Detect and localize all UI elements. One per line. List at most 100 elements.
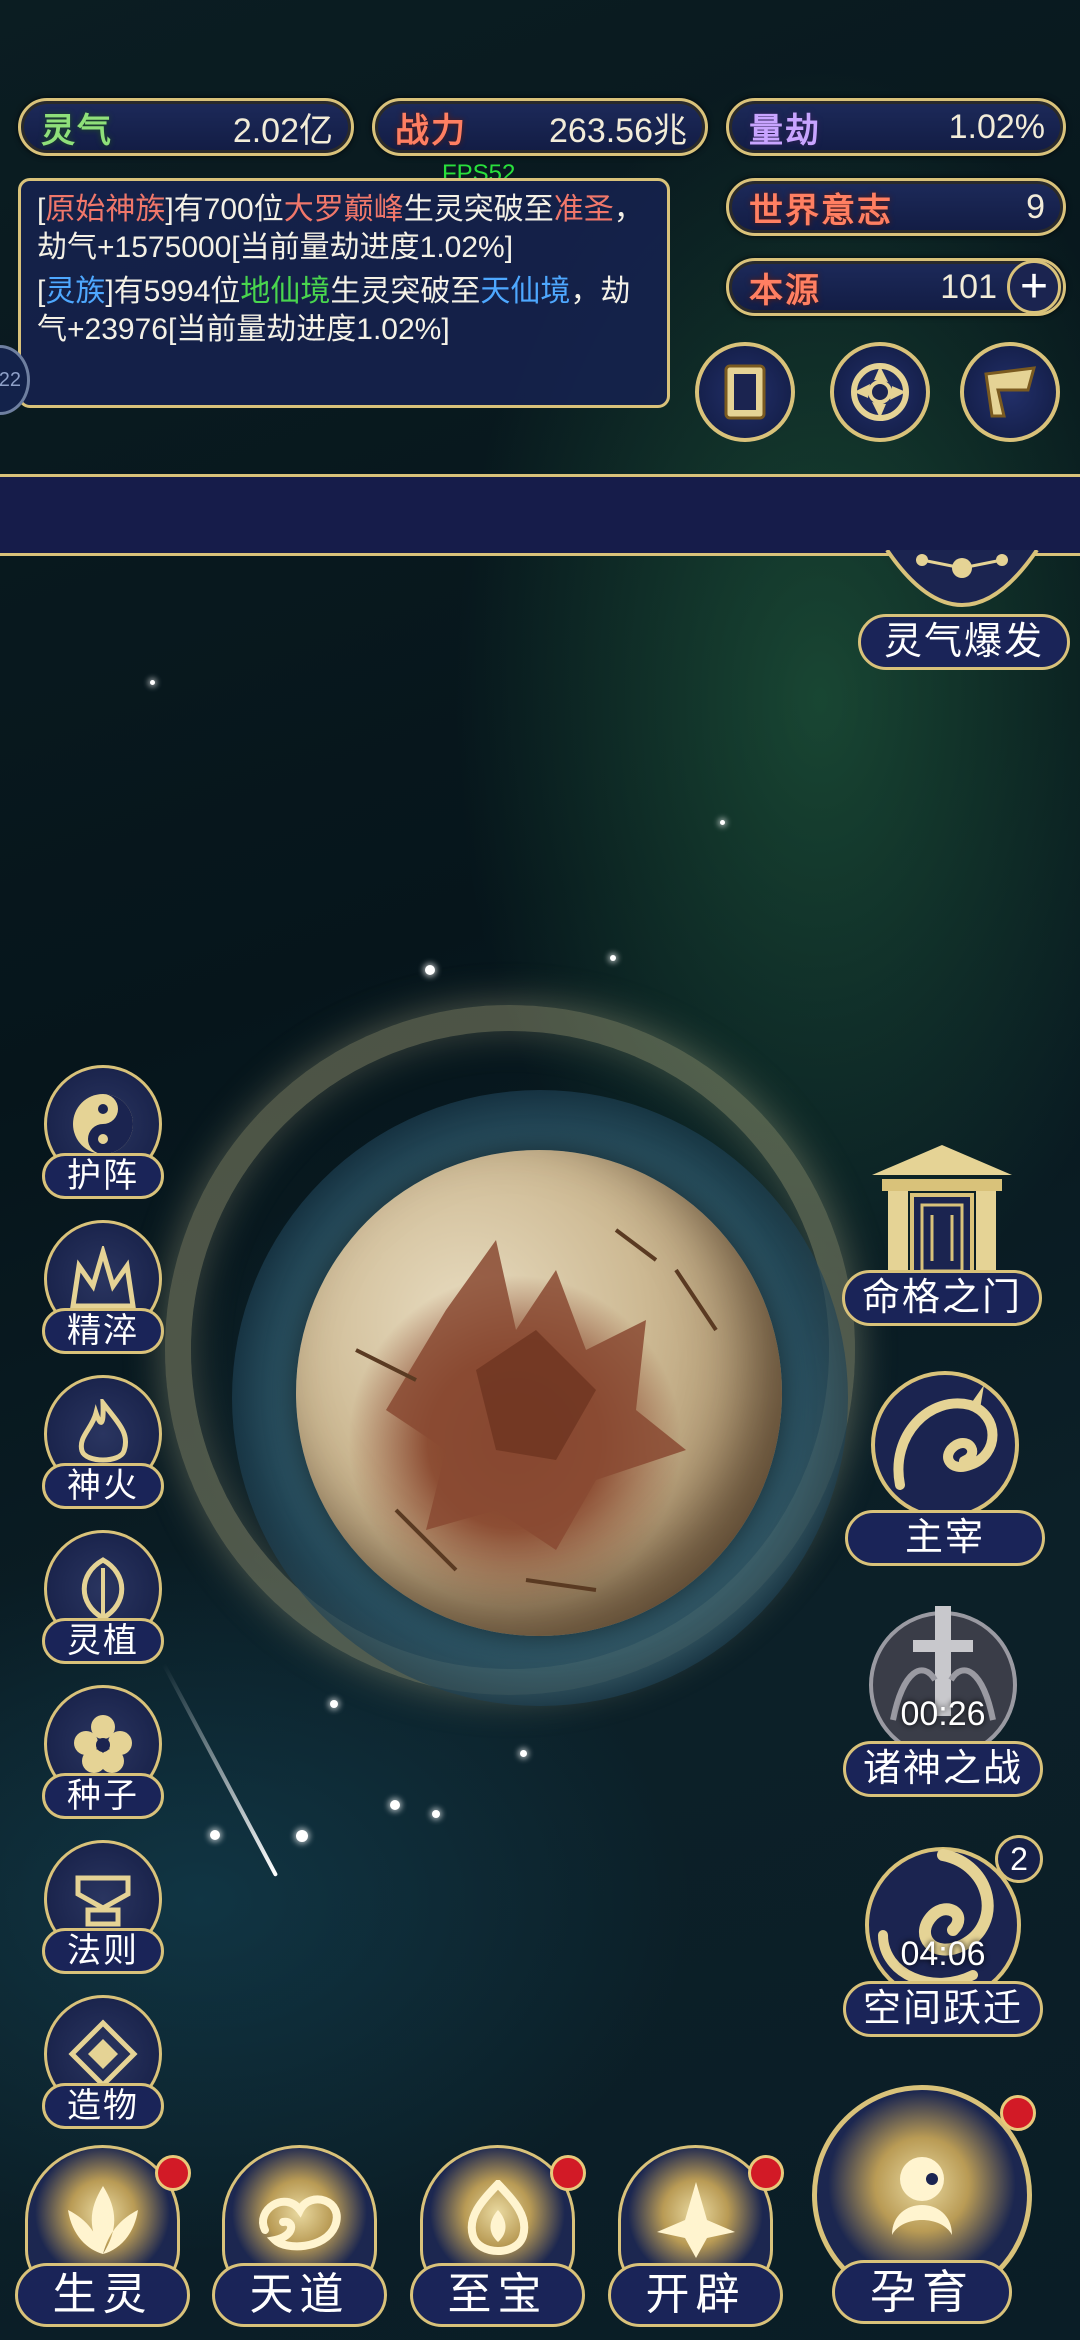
star — [720, 820, 725, 825]
banner-button[interactable] — [960, 342, 1060, 442]
star — [432, 1810, 440, 1818]
star-burst-icon — [885, 550, 1039, 607]
log-text: ]有700位 — [165, 193, 284, 226]
aura-burst-label: 灵气爆发 — [858, 614, 1070, 670]
event-log: [原始神族]有700位大罗巅峰生灵突破至准圣，劫气+1575000[当前量劫进度… — [18, 178, 670, 408]
nav-creation[interactable]: 开辟 — [608, 2145, 784, 2335]
nav-treasure-label: 至宝 — [410, 2263, 585, 2327]
nav-creatures-alert — [155, 2155, 191, 2191]
nav-creation-label: 开辟 — [608, 2263, 783, 2327]
lotus-glyph — [67, 2186, 138, 2254]
left-menu-item[interactable]: 法则 — [38, 1840, 168, 1980]
stat-benyuan-right: 101 + — [940, 260, 1061, 314]
planet-cracks — [355, 1228, 718, 1592]
cloud-glyph — [258, 2195, 341, 2251]
gods-war-timer: 00:26 — [900, 1695, 986, 1733]
left-menu-label: 精淬 — [42, 1308, 164, 1354]
master-label: 主宰 — [845, 1510, 1045, 1566]
spire-glyph — [656, 2182, 735, 2258]
stat-benyuan-label: 本源 — [749, 271, 821, 310]
left-menu-label: 种子 — [42, 1773, 164, 1819]
nav-creatures[interactable]: 生灵 — [15, 2145, 191, 2335]
master-button[interactable]: 主宰 — [845, 1360, 1045, 1570]
log-text: 生灵突破至 — [403, 193, 554, 226]
log-realm-to: 天仙境 — [480, 275, 571, 308]
log-entry: [灵族]有5994位地仙境生灵突破至天仙境，劫气+23976[当前量劫进度1.0… — [37, 273, 651, 349]
divider-band — [0, 474, 1080, 556]
space-jump-label: 空间跃迁 — [843, 1981, 1043, 2037]
swirl-icon — [851, 363, 909, 421]
stat-liangjie[interactable]: 量劫 1.02% — [726, 98, 1066, 156]
left-menu-label: 灵植 — [42, 1618, 164, 1664]
log-text: 生灵突破至 — [330, 275, 481, 308]
log-entry: [原始神族]有700位大罗巅峰生灵突破至准圣，劫气+1575000[当前量劫进度… — [37, 191, 651, 267]
stat-benyuan-value: 101 — [940, 267, 997, 306]
log-text: ]有5994位 — [105, 275, 241, 308]
star — [150, 680, 155, 685]
flame-crown-glyph — [70, 1246, 136, 1309]
left-menu-item[interactable]: 造物 — [38, 1995, 168, 2135]
nav-creation-alert — [748, 2155, 784, 2191]
dragon-icon — [871, 1371, 1019, 1519]
aura-burst-art — [872, 550, 1052, 620]
aura-burst-button[interactable]: 灵气爆发 — [858, 550, 1070, 680]
star — [390, 1800, 400, 1810]
card-button[interactable] — [695, 342, 795, 442]
nav-treasure[interactable]: 至宝 — [410, 2145, 586, 2335]
log-faction: 灵族 — [45, 275, 106, 308]
left-menu-label: 神火 — [42, 1463, 164, 1509]
gods-war-art — [853, 1595, 1033, 1765]
master-art — [855, 1360, 1035, 1530]
log-faction: 原始神族 — [45, 193, 166, 226]
star — [330, 1700, 338, 1708]
space-jump-button[interactable]: 2 04:06 空间跃迁 — [843, 1835, 1043, 2050]
stat-lingqi: 灵气 2.02亿 — [18, 98, 354, 156]
add-benyuan-button[interactable]: + — [1007, 260, 1061, 314]
embryo-glyph — [892, 2157, 952, 2235]
card-icon — [724, 364, 766, 420]
left-menu-item[interactable]: 护阵 — [38, 1065, 168, 1205]
stat-liangjie-label: 量劫 — [749, 111, 821, 150]
fate-gate-label: 命格之门 — [842, 1270, 1042, 1326]
nurture-alert — [1000, 2095, 1036, 2131]
star — [520, 1750, 527, 1757]
flower-glyph — [74, 1715, 132, 1773]
star — [425, 965, 435, 975]
stat-liangjie-value: 1.02% — [948, 107, 1045, 146]
star — [210, 1830, 220, 1840]
gods-war-label: 诸神之战 — [843, 1741, 1043, 1797]
stat-lingqi-value: 2.02亿 — [232, 111, 333, 150]
left-menu-item[interactable]: 种子 — [38, 1685, 168, 1825]
stat-world-will-label: 世界意志 — [749, 191, 893, 230]
stat-lingqi-label: 灵气 — [41, 111, 113, 150]
stat-zhanli-value: 263.56兆 — [549, 111, 687, 150]
nurture-button[interactable]: 孕育 — [812, 2085, 1036, 2335]
leaf-glyph — [81, 1557, 125, 1621]
stat-benyuan: 本源 101 + — [726, 258, 1066, 316]
log-realm-from: 地仙境 — [240, 275, 331, 308]
nav-heaven-dao[interactable]: 天道 — [212, 2145, 387, 2335]
left-menu-item[interactable]: 灵植 — [38, 1530, 168, 1670]
space-jump-badge: 2 — [995, 1835, 1043, 1883]
diamond-glyph — [68, 2019, 138, 2089]
nav-heaven-dao-label: 天道 — [212, 2263, 387, 2327]
flame-glyph — [467, 2180, 528, 2255]
yin-yang-glyph — [73, 1094, 133, 1154]
left-menu-item[interactable]: 精淬 — [38, 1220, 168, 1360]
planet[interactable] — [296, 1150, 782, 1636]
nurture-label: 孕育 — [832, 2260, 1012, 2324]
stat-zhanli-label: 战力 — [395, 111, 467, 150]
nav-treasure-alert — [550, 2155, 586, 2191]
stat-world-will[interactable]: 世界意志 9 — [726, 178, 1066, 236]
fate-gate-button[interactable]: 命格之门 — [842, 1130, 1042, 1340]
gods-war-button[interactable]: 00:26 诸神之战 — [843, 1595, 1043, 1810]
star — [296, 1830, 308, 1842]
left-menu-label: 法则 — [42, 1928, 164, 1974]
space-jump-timer: 04:06 — [900, 1935, 986, 1973]
left-menu-item[interactable]: 神火 — [38, 1375, 168, 1515]
log-realm-from: 大罗巅峰 — [283, 193, 404, 226]
swirl-button[interactable] — [830, 342, 930, 442]
sword-icon — [869, 1606, 1017, 1759]
log-realm-to: 准圣 — [553, 193, 614, 226]
stat-zhanli: 战力 263.56兆 — [372, 98, 708, 156]
